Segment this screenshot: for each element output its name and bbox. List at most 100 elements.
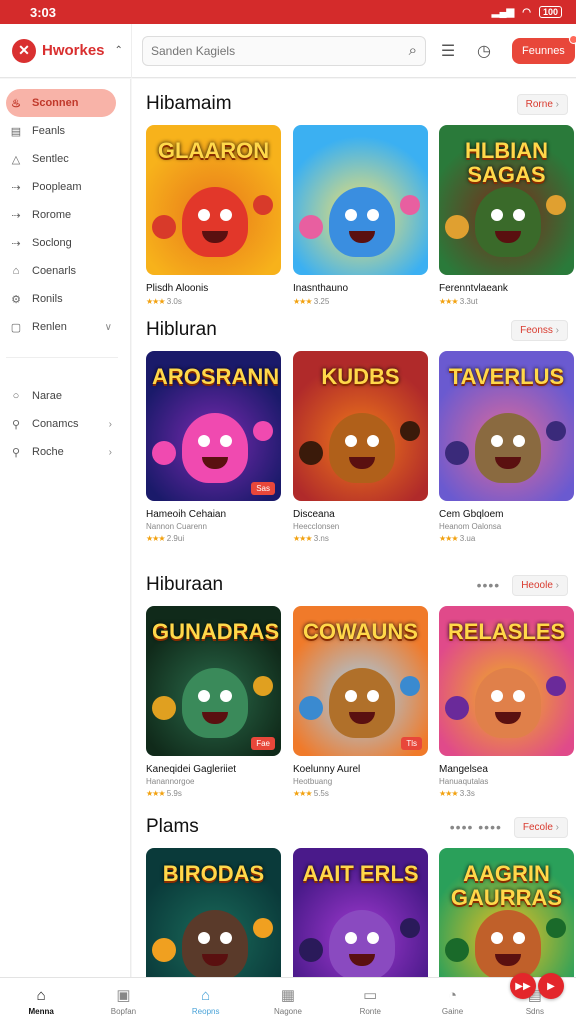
game-art-title: AROSRANN — [152, 364, 280, 389]
game-card[interactable]: KUDBS Disceana Heecclonsen ★★★ 3.ns — [293, 351, 428, 543]
list-icon[interactable]: ☰ — [434, 41, 462, 61]
more-dots-icon[interactable]: •••• •••• — [450, 819, 502, 835]
game-card[interactable]: RELASLES Mangelsea Hanuaqutalas ★★★ 3.3s — [439, 606, 574, 798]
header-action-button[interactable]: Feunnes — [512, 34, 576, 64]
section-header: Hibluran Feonss — [146, 315, 568, 345]
game-card[interactable]: Inasnthauno ★★★ 3.25 — [293, 125, 428, 306]
game-art-title: GLAARON — [157, 138, 270, 163]
search-bar[interactable]: ⌕ — [142, 35, 426, 66]
mascot-eye — [513, 435, 525, 447]
triangle-icon: △ — [11, 153, 21, 166]
decor-orb — [152, 938, 176, 962]
game-card[interactable]: GUNADRAS Fae Kaneqidei Gagleriiet Hanannorg… — [146, 606, 281, 798]
sidebar-item[interactable]: ♨ Sconnen — [6, 89, 116, 117]
game-thumbnail[interactable]: KUDBS — [293, 351, 428, 501]
game-card[interactable]: TAVERLUS Cem Gbqloem Heanom Oalonsa ★★★ 3.u… — [439, 351, 574, 543]
clock-icon: ◔ — [448, 986, 458, 1004]
game-subtitle: Heotbuang — [293, 777, 333, 786]
sidebar-item[interactable]: ⚲ Roche › — [6, 438, 116, 466]
rating-value: 5.9s — [166, 789, 182, 798]
star-rating-icon: ★★★ — [146, 789, 165, 798]
game-rating: ★★★ 3.ns — [293, 534, 428, 543]
game-card[interactable]: HLBIAN SAGAS Ferenntvlaeank ★★★ 3.3ut — [439, 125, 574, 306]
mascot-mouth — [349, 457, 375, 469]
game-tag-badge: Fae — [251, 737, 275, 750]
game-thumbnail[interactable]: RELASLES — [439, 606, 574, 756]
game-name[interactable]: Hameoih Cehaian — [146, 509, 281, 520]
main-content: Hibamaim Rorne GLAARON Plisdh Aloonis ★★★ 3.… — [132, 79, 576, 998]
bottom-nav-label: Reopns — [191, 1006, 220, 1016]
section-title: Hiburaan — [146, 574, 224, 595]
section-see-all-button[interactable]: Fecole — [513, 816, 568, 838]
decor-orb — [253, 421, 273, 441]
game-name[interactable]: Ferenntvlaeank — [439, 283, 574, 294]
game-thumbnail[interactable]: TAVERLUS — [439, 351, 574, 501]
bottom-nav-item[interactable]: ▭ Ronte — [329, 978, 411, 1024]
grid-icon: ▦ — [280, 987, 296, 1004]
star-rating-icon: ★★★ — [146, 297, 165, 306]
bottom-nav-item[interactable]: ⌂ Reopns — [165, 978, 247, 1024]
bottom-nav-item[interactable]: ▦ Nagone — [247, 978, 329, 1024]
decor-orb — [445, 696, 469, 720]
decor-orb — [152, 441, 176, 465]
sidebar-item[interactable]: ▢ Renlen ∨ — [6, 313, 116, 341]
game-name[interactable]: Mangelsea — [439, 764, 574, 775]
more-dots-icon[interactable]: •••• — [477, 577, 501, 593]
brand-switcher[interactable]: ✕ Hworkes ⌃ — [0, 23, 132, 78]
game-card[interactable]: BIRODAS — [146, 848, 281, 998]
sidebar-item[interactable]: ⇢ Soclong — [6, 229, 116, 257]
sidebar-item[interactable]: ⚲ Conamcs › — [6, 410, 116, 438]
search-input[interactable] — [151, 43, 409, 58]
chevron-icon[interactable]: › — [109, 447, 112, 458]
sidebar-item[interactable]: ⌂ Coenarls — [6, 257, 116, 285]
bottom-nav-item[interactable]: ◔ Gaine — [411, 978, 493, 1024]
game-thumbnail[interactable]: COWAUNS Tls — [293, 606, 428, 756]
search-icon[interactable]: ⌕ — [409, 42, 417, 59]
bottom-nav-item[interactable]: ▣ Bopfan — [82, 978, 164, 1024]
game-thumbnail[interactable]: BIRODAS — [146, 848, 281, 998]
game-name[interactable]: Cem Gbqloem — [439, 509, 574, 520]
sidebar-item[interactable]: ○ Narae — [6, 382, 116, 410]
section-see-all-button[interactable]: Feonss — [511, 319, 568, 341]
game-card[interactable]: COWAUNS Tls Koelunny Aurel Heotbuang ★★★ 5.5… — [293, 606, 428, 798]
bottom-nav-label: Nagone — [273, 1007, 302, 1016]
pin-icon: ⚲ — [11, 446, 21, 459]
mascot-eye — [220, 690, 232, 702]
game-name[interactable]: Inasnthauno — [293, 283, 428, 294]
game-thumbnail[interactable]: GUNADRAS Fae — [146, 606, 281, 756]
section-see-all-button[interactable]: Heoole — [512, 574, 568, 596]
game-card[interactable]: AROSRANN Sas Hameoih Cehaian Nannon Cuarenn… — [146, 351, 281, 543]
game-name[interactable]: Koelunny Aurel — [293, 764, 428, 775]
arrow-icon: ⇢ — [11, 209, 21, 222]
mascot-eye — [367, 209, 379, 221]
game-thumbnail[interactable] — [293, 125, 428, 275]
chevron-icon[interactable]: › — [109, 419, 112, 430]
mascot-character — [475, 187, 541, 257]
mascot-eye — [491, 932, 503, 944]
game-thumbnail[interactable]: GLAARON — [146, 125, 281, 275]
section-see-all-button[interactable]: Rorne — [516, 93, 568, 115]
mascot-eye — [345, 435, 357, 447]
game-card[interactable]: GLAARON Plisdh Aloonis ★★★ 3.0s — [146, 125, 281, 306]
sidebar-item-label: Feanls — [32, 125, 66, 137]
game-thumbnail[interactable]: AROSRANN Sas — [146, 351, 281, 501]
sidebar-item[interactable]: △ Sentlec — [6, 145, 116, 173]
game-art-title: GUNADRAS — [152, 619, 280, 644]
sidebar-item[interactable]: ⚙ Ronils — [6, 285, 116, 313]
chevron-icon[interactable]: ∨ — [105, 322, 112, 333]
game-card[interactable]: AAIT ERLS — [293, 848, 428, 998]
game-name[interactable]: Kaneqidei Gagleriiet — [146, 764, 281, 775]
floating-controls: ▶▶ ▶ — [510, 973, 566, 999]
sidebar-item[interactable]: ▤ Feanls — [6, 117, 116, 145]
game-name[interactable]: Plisdh Aloonis — [146, 283, 281, 294]
sidebar-item[interactable]: ⇢ Rorome — [6, 201, 116, 229]
clock-icon[interactable]: ◷ — [470, 41, 498, 61]
mascot-mouth — [349, 712, 375, 724]
play-button[interactable]: ▶ — [538, 973, 564, 999]
sidebar-item[interactable]: ⇢ Poopleam — [6, 173, 116, 201]
game-thumbnail[interactable]: AAIT ERLS — [293, 848, 428, 998]
game-name[interactable]: Disceana — [293, 509, 428, 520]
bottom-nav-item[interactable]: ⌂ Menna — [0, 978, 82, 1024]
fast-forward-button[interactable]: ▶▶ — [510, 973, 536, 999]
game-thumbnail[interactable]: HLBIAN SAGAS — [439, 125, 574, 275]
